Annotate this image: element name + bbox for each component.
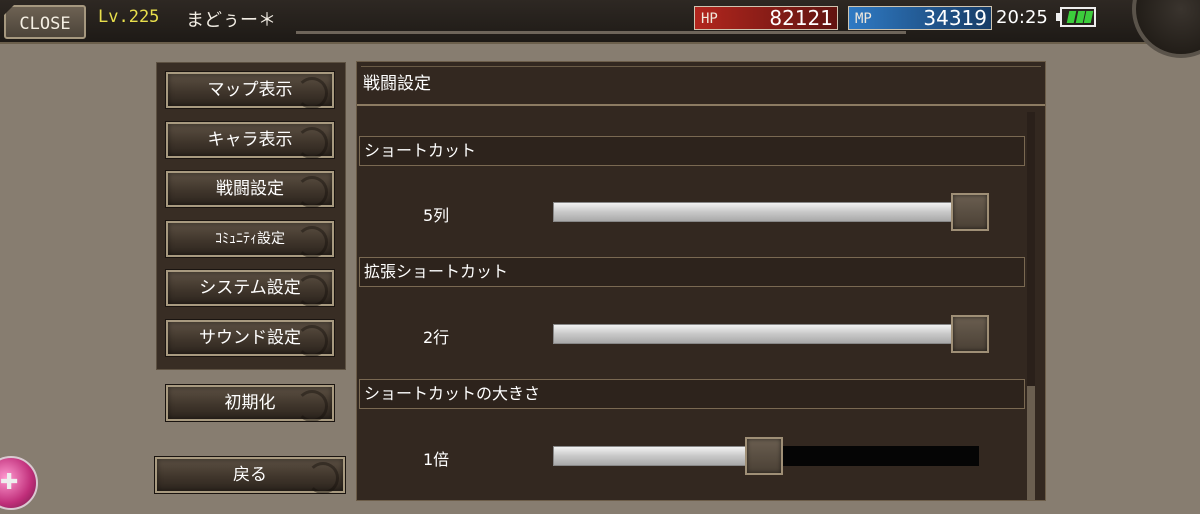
menu-map-display[interactable]: マップ表示	[165, 71, 335, 109]
slider-handle[interactable]	[745, 437, 783, 475]
panel-title: 戦闘設定	[357, 62, 1045, 106]
menu-community-settings[interactable]: ｺﾐｭﾆﾃｨ設定	[165, 220, 335, 258]
player-name: まどぅー＊	[186, 10, 276, 31]
player-level: Lv.225	[98, 7, 160, 27]
mp-label: MP	[855, 11, 872, 27]
hp-gauge: HP 82121	[694, 6, 838, 30]
section-heading-shortcut: ショートカット	[359, 136, 1025, 166]
exp-bar	[296, 31, 906, 34]
slider-track-empty[interactable]	[763, 446, 979, 466]
hp-value: 82121	[769, 6, 833, 30]
section-heading-shortcut-size: ショートカットの大きさ	[359, 379, 1025, 409]
slider-track[interactable]	[553, 446, 763, 466]
scrollbar-thumb[interactable]	[1027, 386, 1035, 500]
menu-battle-settings[interactable]: 戦闘設定	[165, 170, 335, 208]
mp-gauge: MP 34319	[848, 6, 992, 30]
slider-handle[interactable]	[951, 315, 989, 353]
menu-sound-settings[interactable]: サウンド設定	[165, 319, 335, 357]
close-button[interactable]: CLOSE	[4, 5, 86, 39]
shortcut-size-value: 1倍	[423, 450, 450, 469]
battle-settings-panel: 戦闘設定 ショートカット 5列 拡張ショートカット 2行 ショートカットの大きさ…	[356, 61, 1046, 501]
back-button[interactable]: 戻る	[154, 456, 346, 494]
slider-track[interactable]	[553, 324, 961, 344]
menu-character-display[interactable]: キャラ表示	[165, 121, 335, 159]
slider-handle[interactable]	[951, 193, 989, 231]
menu-system-settings[interactable]: システム設定	[165, 269, 335, 307]
slider-track[interactable]	[553, 202, 961, 222]
shortcut-columns-value: 5列	[423, 206, 450, 225]
mp-value: 34319	[923, 6, 987, 30]
hp-label: HP	[701, 11, 718, 27]
battery-icon	[1056, 7, 1096, 27]
section-heading-extended-shortcut: 拡張ショートカット	[359, 257, 1025, 287]
status-bar: CLOSE Lv.225 まどぅー＊ HP 82121 MP 34319 20:…	[0, 0, 1200, 58]
reset-button[interactable]: 初期化	[165, 384, 335, 422]
corner-ornament-icon	[1132, 0, 1200, 58]
clock: 20:25	[996, 7, 1048, 28]
extended-shortcut-rows-value: 2行	[423, 328, 450, 347]
quick-menu-icon[interactable]: ✚	[0, 456, 38, 510]
